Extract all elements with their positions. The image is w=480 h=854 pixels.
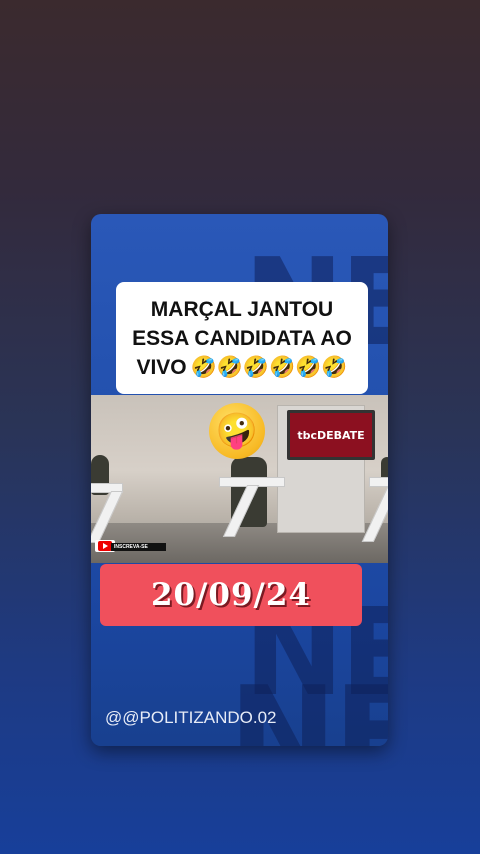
caption-line-2: ESSA CANDIDATA AO: [132, 326, 352, 350]
date-banner: 20/09/24: [100, 564, 362, 626]
caption-line-3: VIVO 🤣🤣🤣🤣🤣🤣: [136, 353, 347, 382]
subscribe-label: INSCREVA-SE: [114, 544, 148, 550]
laughing-emojis: 🤣🤣🤣🤣🤣🤣: [190, 355, 348, 379]
caption-box: MARÇAL JANTOU ESSA CANDIDATA AO VIVO 🤣🤣🤣…: [116, 282, 368, 394]
broadcast-logo-screen: tbcDEBATE: [287, 410, 375, 460]
post-card[interactable]: NE NE NE MARÇAL JANTOU ESSA CANDIDATA AO…: [91, 214, 388, 746]
caption-line-1: MARÇAL JANTOU: [150, 297, 334, 321]
caption-line-3-text: VIVO: [136, 355, 187, 379]
subscribe-button[interactable]: INSCREVA-SE: [111, 543, 166, 551]
video-frame[interactable]: tbcDEBATE 🤪 INSCREVA-SE: [91, 395, 388, 563]
podium-right: [369, 477, 388, 487]
crazy-face-emoji-icon: 🤪: [209, 403, 265, 459]
account-handle[interactable]: @@POLITIZANDO.02: [105, 708, 277, 728]
